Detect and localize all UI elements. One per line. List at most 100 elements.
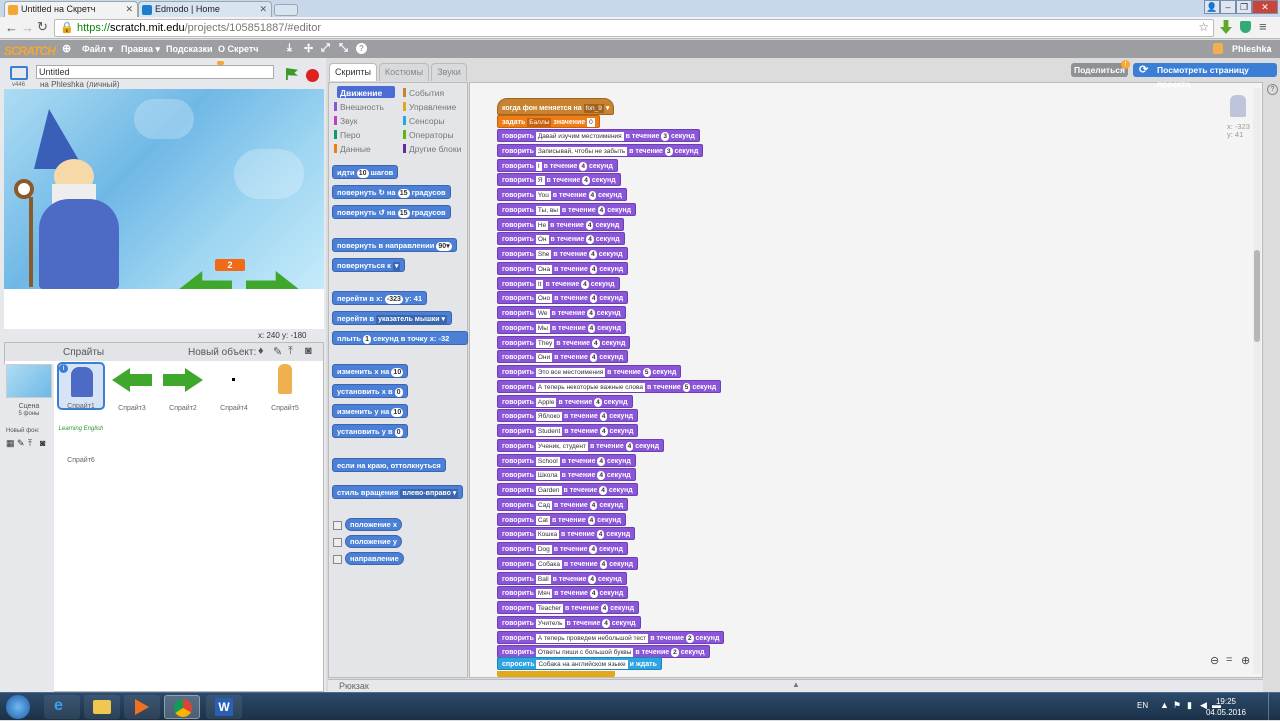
say-for-secs-block[interactable]: говорить Я в течение 4 секунд (497, 173, 621, 187)
say-for-secs-block[interactable]: говорить А теперь проведем небольшой тес… (497, 630, 725, 644)
block-input[interactable]: 0 (394, 388, 403, 397)
say-for-secs-block[interactable]: говорить Записывай, чтобы не забыть в те… (497, 143, 704, 157)
flag-tray-icon[interactable]: ⚑ (1173, 700, 1181, 711)
say-text-input[interactable]: He (535, 220, 549, 230)
say-for-secs-block[interactable]: говорить Учитель в течение 4 секунд (497, 615, 641, 629)
say-for-secs-block[interactable]: говорить It в течение 4 секунд (497, 276, 620, 290)
say-text-input[interactable]: Они (535, 353, 553, 363)
palette-block-move[interactable]: идти 10 шагов (332, 165, 399, 179)
category-sound[interactable]: Звук (334, 116, 357, 126)
username[interactable]: Phleshka (1232, 44, 1272, 54)
stop-icon[interactable] (306, 69, 319, 82)
say-for-secs-block[interactable]: говорить You в течение 4 секунд (497, 188, 627, 201)
say-text-input[interactable]: Сад (535, 500, 553, 510)
seconds-input[interactable]: 4 (589, 264, 598, 274)
block-input[interactable]: 15 (397, 209, 410, 218)
say-text-input[interactable]: Я (535, 176, 545, 186)
say-text-input[interactable]: Dog (535, 545, 552, 554)
say-text-input[interactable]: Она (535, 264, 553, 274)
reporter-x-position[interactable]: положение x (345, 518, 403, 531)
say-for-secs-block[interactable]: говорить She в течение 4 секунд (497, 247, 628, 260)
scene-thumbnail[interactable] (6, 364, 52, 398)
camera-icon[interactable]: ◙ (305, 345, 312, 357)
start-button[interactable] (6, 695, 30, 719)
seconds-input[interactable]: 2 (671, 648, 679, 658)
forward-icon[interactable]: → (21, 20, 34, 35)
tab-scripts[interactable]: Скрипты (329, 63, 377, 81)
say-for-secs-block[interactable]: говорить Garden в течение 4 секунд (497, 483, 638, 496)
sprite-thumb[interactable]: Спрайт2 (159, 362, 207, 412)
download-icon[interactable] (1220, 20, 1232, 34)
help-icon[interactable]: ? (356, 43, 367, 54)
palette-block-point-direction[interactable]: повернуть в направлении 90▾ (332, 238, 457, 252)
network-tray-icon[interactable]: ▮ (1187, 700, 1192, 711)
new-tab-button[interactable] (274, 4, 298, 16)
menu-icon[interactable]: ≡ (1259, 19, 1267, 34)
say-text-input[interactable]: А теперь проведем небольшой тест (535, 633, 649, 643)
palette-block-point-towards[interactable]: повернуться к ▾ (332, 258, 406, 272)
help-icon[interactable]: ? (1267, 84, 1278, 95)
say-for-secs-block[interactable]: говорить Они в течение 4 секунд (497, 350, 629, 364)
say-for-secs-block[interactable]: говорить Собака в течение 4 секунд (497, 556, 639, 570)
scratch-logo[interactable]: SCRATCH (4, 44, 56, 58)
cut-icon[interactable]: ✢ (304, 42, 313, 55)
palette-block-change-x[interactable]: изменить x на 10 (332, 364, 409, 378)
palette-block-change-y[interactable]: изменить y на 10 (332, 404, 409, 418)
wizard-sprite[interactable] (14, 109, 124, 289)
seconds-input[interactable]: 4 (589, 353, 598, 363)
media-taskbar-icon[interactable] (124, 695, 160, 719)
say-for-secs-block[interactable]: говорить They в течение 4 секунд (497, 335, 631, 349)
say-for-secs-block[interactable]: говорить Мы в течение 4 секунд (497, 320, 627, 334)
ask-and-wait-block[interactable]: спросить Собака на английском языке и жд… (497, 657, 662, 670)
say-text-input[interactable]: You (535, 191, 551, 200)
say-for-secs-block[interactable]: говорить А теперь некоторые важные слова… (497, 379, 722, 393)
seconds-input[interactable]: 4 (589, 500, 598, 510)
seconds-input[interactable]: 4 (597, 456, 606, 466)
say-text-input[interactable]: Кошка (535, 530, 560, 540)
close-window-icon[interactable]: ✕ (1252, 0, 1278, 14)
block-input[interactable]: 10 (356, 169, 369, 178)
show-desktop-button[interactable] (1268, 693, 1280, 721)
seconds-input[interactable]: 4 (589, 589, 598, 599)
palette-block-set-y[interactable]: установить y в 0 (332, 424, 408, 438)
backdrop-upload-icon[interactable]: ⤒ (28, 438, 32, 449)
say-text-input[interactable]: Давай изучим местоимения (535, 132, 624, 141)
fullscreen-icon[interactable] (10, 66, 28, 80)
say-for-secs-block[interactable]: говорить We в течение 4 секунд (497, 306, 626, 319)
say-text-input[interactable]: We (535, 309, 550, 318)
say-for-secs-block[interactable]: говорить Ball в течение 4 секунд (497, 571, 627, 585)
seconds-input[interactable]: 4 (599, 427, 608, 436)
zoom-reset-icon[interactable]: = (1226, 654, 1232, 666)
palette-block-goto-xy[interactable]: перейти в x: -323 y: 41 (332, 291, 428, 305)
palette-block-goto[interactable]: перейти в указатель мышки ▾ (332, 311, 453, 325)
seconds-input[interactable]: 4 (596, 530, 605, 540)
say-text-input[interactable]: They (535, 338, 555, 348)
block-input[interactable]: 10 (391, 408, 404, 417)
url-field[interactable]: 🔒 https://scratch.mit.edu/projects/10585… (54, 19, 1214, 37)
backdrop-camera-icon[interactable]: ◙ (40, 438, 45, 448)
see-project-page-button[interactable]: ⟳ Посмотреть страницу проекта (1133, 63, 1277, 89)
seconds-input[interactable]: 4 (600, 604, 609, 613)
arrow-left-sprite[interactable] (178, 271, 232, 289)
arrow-right-sprite[interactable] (246, 271, 300, 289)
sprite-thumb[interactable]: Learning English Спрайт6 (57, 414, 105, 464)
reporter-y-position[interactable]: положение y (345, 535, 403, 548)
user-icon[interactable]: 👤 (1204, 0, 1220, 14)
say-text-input[interactable]: Ответы пиши с большой буквы (535, 648, 634, 658)
category-sensing[interactable]: Сенсоры (403, 116, 444, 126)
palette-block-bounce[interactable]: если на краю, оттолкнуться (332, 458, 446, 472)
backdrop-paint-icon[interactable]: ✎ (17, 438, 25, 449)
say-for-secs-block[interactable]: говорить Student в течение 4 секунд (497, 424, 639, 437)
back-icon[interactable]: ← (5, 20, 18, 35)
scrollbar-thumb[interactable] (1254, 250, 1260, 342)
sprite-thumb[interactable]: Спрайт5 (261, 362, 309, 412)
reporter-checkbox[interactable] (333, 521, 342, 530)
menu-about[interactable]: О Скретч (218, 44, 259, 54)
seconds-input[interactable]: 4 (588, 574, 597, 584)
block-input[interactable]: 1 (363, 335, 371, 344)
say-text-input[interactable]: Ученик, студент (535, 441, 588, 451)
say-for-secs-block[interactable]: говорить Школа в течение 4 секунд (497, 468, 636, 482)
say-for-secs-block[interactable]: говорить Мяч в течение 4 секунд (497, 586, 629, 600)
reporter-checkbox[interactable] (333, 538, 342, 547)
seconds-input[interactable]: 5 (642, 368, 651, 377)
